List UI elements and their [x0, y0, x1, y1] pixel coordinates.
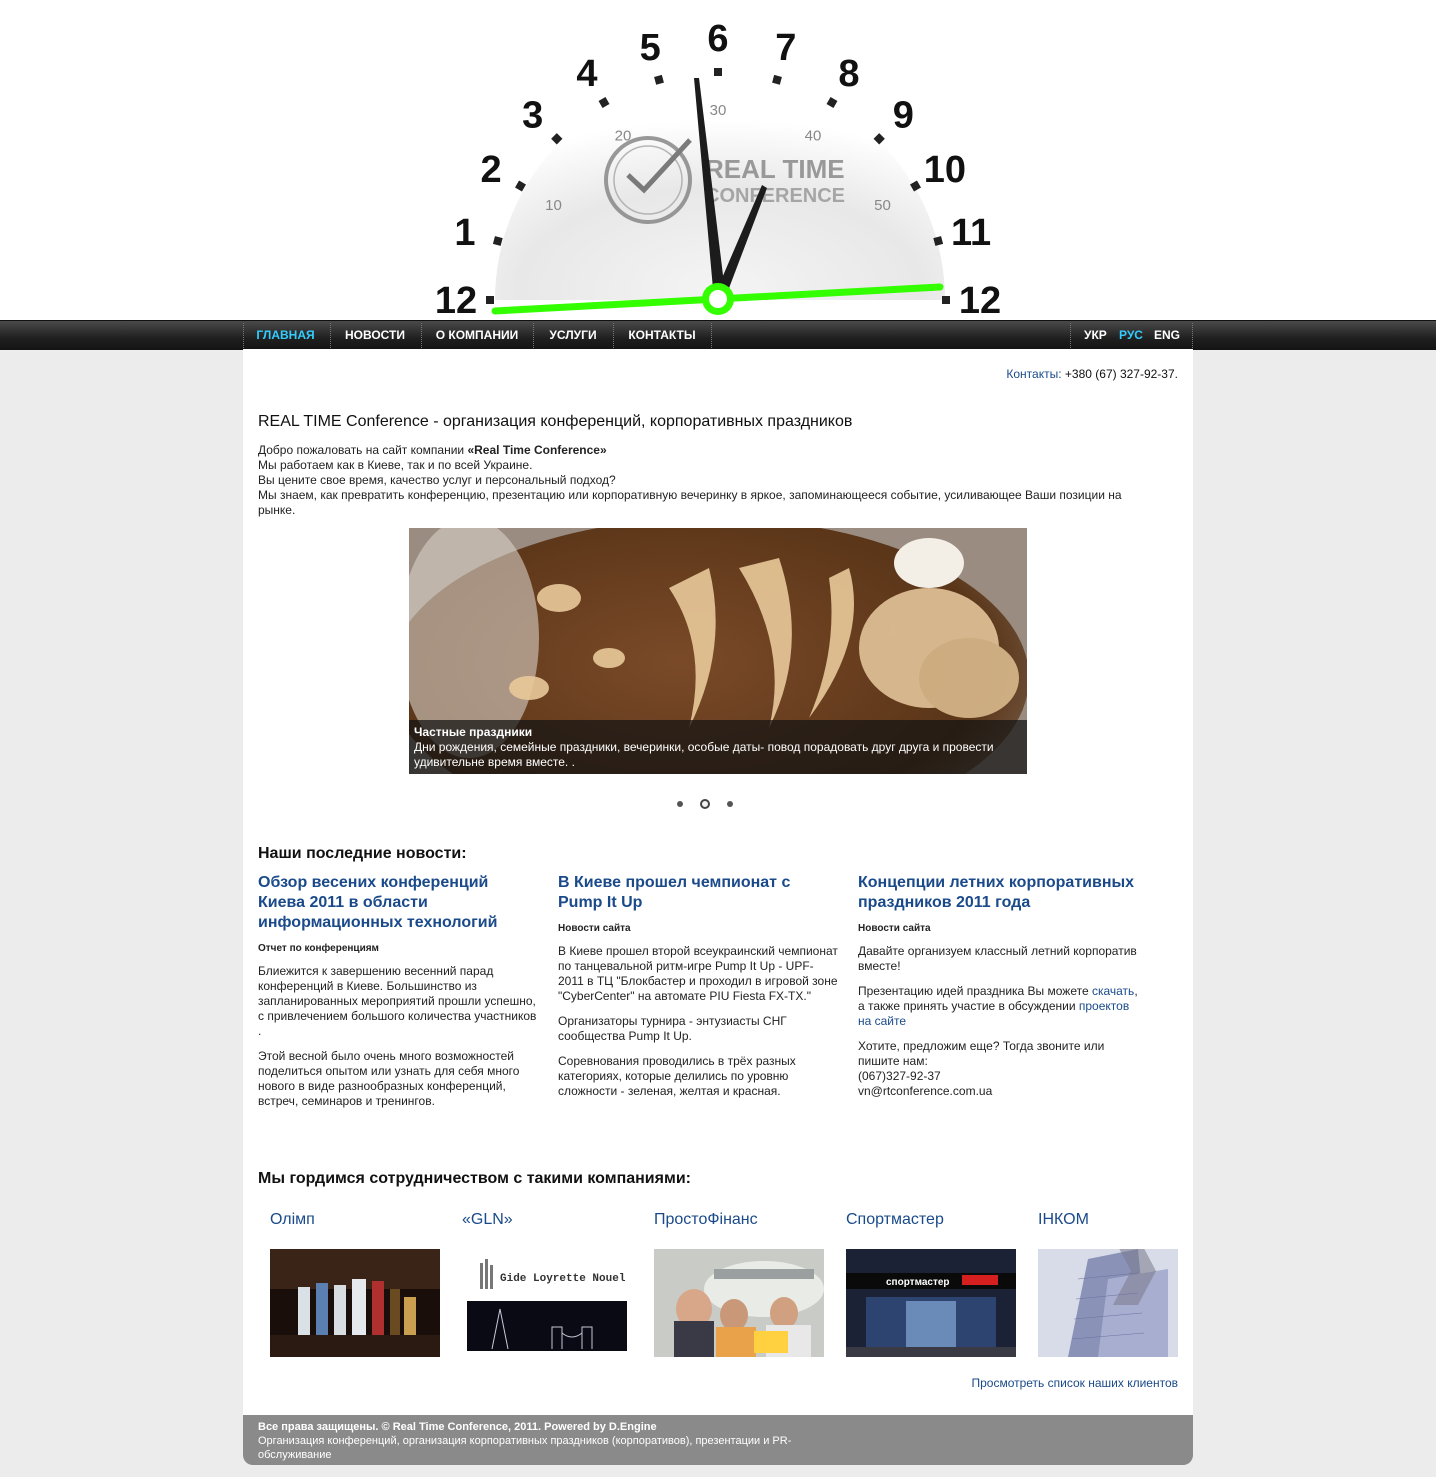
slider-caption-text: Дни рождения, семейные праздники, вечери…	[414, 740, 994, 769]
news-item: Концепции летних корпоративных празднико…	[858, 873, 1138, 1109]
logo-line1: REAL TIME	[705, 154, 845, 184]
contacts-line: Контакты: +380 (67) 327-92-37.	[1006, 367, 1178, 381]
minute-number: 40	[805, 128, 822, 145]
gln-logo-text: Gide Loyrette Nouel	[500, 1273, 626, 1285]
clients-list-link[interactable]: Просмотреть список наших клиентов	[971, 1376, 1178, 1390]
hour-number: 12	[435, 280, 477, 320]
minute-number: 30	[710, 102, 727, 119]
intro-line-2: Вы цените свое время, качество услуг и п…	[258, 473, 616, 487]
partner-image[interactable]	[1038, 1249, 1178, 1357]
news-category: Новости сайта	[858, 923, 931, 934]
nav-item-news[interactable]: НОВОСТИ	[331, 321, 419, 350]
lang-rus[interactable]: РУС	[1119, 321, 1143, 350]
news-category: Отчет по конференциям	[258, 943, 379, 954]
slider-dot-1[interactable]	[677, 801, 683, 807]
lang-ukr[interactable]: УКР	[1084, 321, 1107, 350]
page-title: REAL TIME Conference - организация конфе…	[258, 413, 853, 430]
nav-inner: ГЛАВНАЯ НОВОСТИ О КОМПАНИИ УСЛУГИ КОНТАК…	[243, 321, 1193, 350]
footer-copyright: Все права защищены. © Real Time Conferen…	[258, 1421, 657, 1433]
hour-number: 11	[951, 212, 991, 254]
intro-line-1: Мы работаем как в Киеве, так и по всей У…	[258, 458, 533, 472]
hour-number: 3	[522, 95, 543, 137]
news-phone: (067)327-92-37	[858, 1069, 941, 1083]
partner-item: Олімп	[270, 1211, 440, 1357]
partner-item: Спортмастер спортмастер	[846, 1211, 1016, 1357]
tick-mark	[492, 236, 503, 246]
tick-mark	[942, 296, 950, 304]
tick-mark	[486, 296, 494, 304]
news-item: В Киеве прошел чемпионат с Pump It Up Но…	[558, 873, 838, 1109]
footer-description: Организация конференций, организация кор…	[258, 1435, 792, 1461]
news-email: vn@rtconference.com.ua	[858, 1084, 993, 1098]
download-link[interactable]: скачать	[1092, 984, 1134, 998]
clock-banner: 1212345 6 789101112 1020304050 REAL TIME C…	[435, 18, 1001, 320]
news-title-link[interactable]: Концепции летних корпоративных празднико…	[858, 873, 1138, 913]
slider-dot-3[interactable]	[727, 801, 733, 807]
lang-eng[interactable]: ENG	[1154, 321, 1180, 350]
partner-item: ІНКОМ	[1038, 1211, 1208, 1357]
partner-name-link[interactable]: ІНКОМ	[1038, 1211, 1208, 1233]
partner-name-link[interactable]: ПростоФінанс	[654, 1211, 824, 1233]
slider-caption-title: Частные праздники	[414, 725, 533, 739]
footer: Все права защищены. © Real Time Conferen…	[243, 1415, 1193, 1465]
contacts-label[interactable]: Контакты:	[1006, 367, 1061, 381]
news-title-link[interactable]: В Киеве прошел чемпионат с Pump It Up	[558, 873, 838, 913]
news-paragraph: Презентацию идей праздника Вы можете ска…	[858, 984, 1138, 1028]
intro-company: «Real Time Conference»	[467, 443, 607, 457]
hour-number: 7	[775, 27, 796, 69]
partner-image[interactable]: Gide Loyrette Nouel	[462, 1249, 632, 1357]
news-paragraph: Хотите, предложим еще? Тогда звоните или…	[858, 1039, 1105, 1098]
hour-number: 5	[640, 27, 661, 69]
news-paragraph: Этой весной было очень много возможносте…	[258, 1049, 520, 1108]
header: 12 1 2 3 4 5 6 7 8 9 10 11 12 10 20 30 40 50 REAL TIME C…	[0, 0, 1436, 320]
news-paragraph: Блиежится к завершению весенний парад ко…	[258, 964, 537, 1038]
news-paragraph: Организаторы турнира - энтузиасты СНГ со…	[558, 1014, 787, 1043]
news-paragraph: Соревнования проводились в трёх разных к…	[558, 1054, 796, 1098]
hour-number: 1	[454, 212, 475, 254]
partner-name-link[interactable]: Олімп	[270, 1211, 440, 1233]
tick-mark	[714, 68, 722, 76]
partner-name-link[interactable]: «GLN»	[462, 1211, 632, 1233]
main-navbar: ГЛАВНАЯ НОВОСТИ О КОМПАНИИ УСЛУГИ КОНТАК…	[0, 320, 1436, 350]
partners-heading: Мы гордимся сотрудничеством с такими ком…	[258, 1170, 691, 1187]
hour-number: 6	[707, 18, 728, 60]
partner-item: ПростоФінанс	[654, 1211, 824, 1357]
partner-image[interactable]	[270, 1249, 440, 1357]
sportmaster-sign: спортмастер	[886, 1277, 950, 1288]
partner-image[interactable]: спортмастер	[846, 1249, 1016, 1357]
intro-text: Добро пожаловать на сайт компании «Real …	[258, 443, 1158, 518]
intro-line-0: Добро пожаловать на сайт компании «Real …	[258, 443, 607, 457]
hour-number: 2	[481, 149, 502, 191]
minute-number: 50	[874, 197, 891, 214]
contacts-phone: +380 (67) 327-92-37	[1064, 367, 1175, 381]
partner-item: «GLN» Gide Loyrette Nouel	[462, 1211, 632, 1357]
image-slider[interactable]: Частные праздники Дни рождения, семейные…	[409, 528, 1027, 774]
partner-name-link[interactable]: Спортмастер	[846, 1211, 1016, 1233]
news-title-link[interactable]: Обзор весених конференций Киева 2011 в о…	[258, 873, 538, 933]
news-heading: Наши последние новости:	[258, 845, 467, 862]
logo-line2: CONFERENCE	[705, 185, 845, 207]
minute-number: 10	[545, 197, 562, 214]
news-category: Новости сайта	[558, 923, 631, 934]
intro-line-3: Мы знаем, как превратить конференцию, пр…	[258, 488, 1122, 517]
slider-caption: Частные праздники Дни рождения, семейные…	[409, 720, 1027, 774]
slider-dot-2[interactable]	[700, 799, 710, 809]
hour-number: 4	[576, 53, 597, 95]
partner-image[interactable]	[654, 1249, 824, 1357]
nav-item-home[interactable]: ГЛАВНАЯ	[243, 321, 328, 350]
content-area: Контакты: +380 (67) 327-92-37. REAL TIME…	[243, 349, 1193, 1415]
news-item: Обзор весених конференций Киева 2011 в о…	[258, 873, 538, 1119]
hour-number: 10	[924, 149, 966, 191]
news-paragraph: Давайте организуем классный летний корпо…	[858, 944, 1137, 973]
hour-number: 12	[959, 280, 1001, 320]
nav-item-contacts[interactable]: КОНТАКТЫ	[614, 321, 710, 350]
hour-number: 8	[838, 53, 859, 95]
hour-number: 9	[893, 95, 914, 137]
news-paragraph: В Киеве прошел второй всеукраинский чемп…	[558, 944, 838, 1003]
nav-item-about[interactable]: О КОМПАНИИ	[422, 321, 532, 350]
contacts-suffix: .	[1174, 367, 1178, 381]
nav-item-services[interactable]: УСЛУГИ	[534, 321, 612, 350]
